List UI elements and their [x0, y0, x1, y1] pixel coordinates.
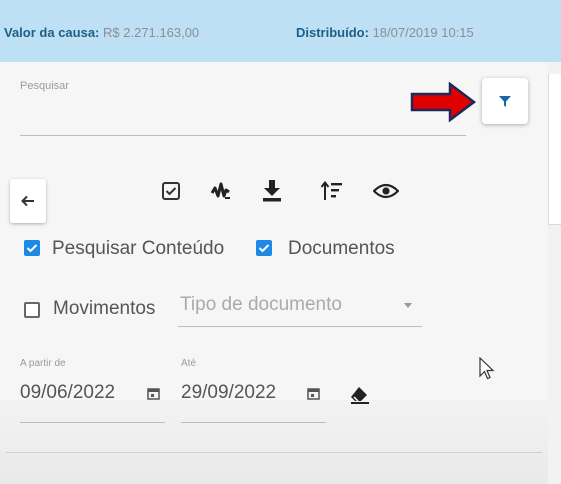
mouse-cursor-icon — [479, 357, 495, 380]
distributed-label: Distribuído: — [296, 25, 369, 40]
case-value: R$ 2.271.163,00 — [103, 25, 200, 40]
to-date-input[interactable]: 29/09/2022 — [181, 382, 276, 404]
from-date-underline — [20, 422, 165, 423]
documents-label: Documentos — [288, 238, 395, 259]
search-label: Pesquisar — [20, 80, 69, 92]
arrow-left-icon — [21, 195, 34, 207]
back-button[interactable] — [10, 179, 46, 223]
movements-checkbox[interactable] — [24, 302, 40, 318]
from-date-label: A partir de — [20, 358, 66, 369]
divider — [6, 452, 542, 453]
filter-icon — [499, 96, 511, 107]
movements-label: Movimentos — [53, 298, 156, 319]
check-icon — [26, 244, 38, 253]
doc-type-select[interactable]: Tipo de documento — [180, 294, 342, 316]
case-value-field: Valor da causa: R$ 2.271.163,00 — [4, 25, 199, 40]
distributed-field: Distribuído: 18/07/2019 10:15 — [296, 25, 474, 40]
sort-icon — [320, 180, 342, 200]
search-input[interactable] — [20, 135, 466, 136]
red-arrow-annotation — [410, 82, 476, 122]
eraser-icon[interactable] — [349, 385, 371, 405]
download-icon — [263, 180, 281, 202]
check-icon — [258, 244, 270, 253]
calendar-icon[interactable] — [147, 387, 160, 400]
filter-button[interactable] — [482, 78, 528, 124]
dropdown-caret-icon[interactable] — [404, 303, 412, 308]
calendar-icon[interactable] — [307, 387, 320, 400]
doc-type-underline — [178, 326, 422, 327]
select-all-button[interactable] — [154, 174, 188, 208]
side-card — [548, 74, 561, 225]
eye-icon — [373, 183, 399, 199]
case-info-bar: Valor da causa: R$ 2.271.163,00 Distribu… — [0, 0, 561, 62]
side-panel — [548, 62, 561, 484]
search-content-checkbox[interactable] — [24, 240, 40, 256]
sort-button[interactable] — [315, 174, 349, 208]
panel-footer — [0, 400, 548, 484]
checkbox-icon — [162, 182, 180, 200]
case-value-label: Valor da causa: — [4, 25, 100, 40]
from-date-input[interactable]: 09/06/2022 — [20, 382, 115, 404]
preview-button[interactable] — [369, 174, 403, 208]
distributed-date: 18/07/2019 10:15 — [372, 25, 474, 40]
documents-checkbox[interactable] — [256, 240, 272, 256]
sign-button[interactable] — [204, 174, 238, 208]
download-button[interactable] — [255, 174, 289, 208]
to-date-underline — [181, 422, 326, 423]
to-date-label: Até — [181, 358, 197, 369]
signature-icon — [210, 182, 230, 199]
search-content-label: Pesquisar Conteúdo — [52, 238, 225, 259]
